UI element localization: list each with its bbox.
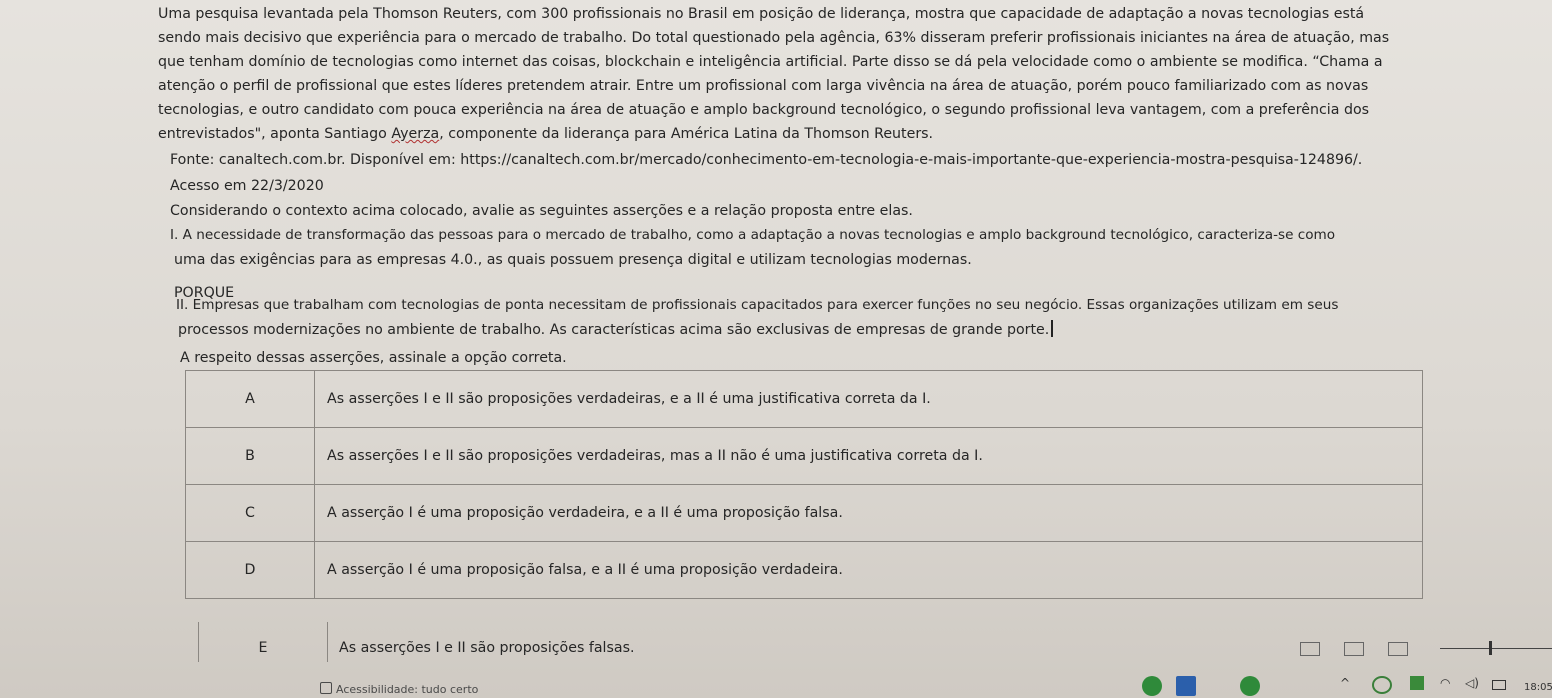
zoom-thumb[interactable] [1489, 641, 1492, 655]
web-layout-icon[interactable] [1388, 642, 1408, 656]
question-prompt: A respeito dessas asserções, assinale a … [180, 350, 567, 366]
paragraph-line: que tenham domínio de tecnologias como i… [158, 54, 1383, 70]
clock-time[interactable]: 18:05 [1524, 682, 1552, 693]
table-row[interactable]: B As asserções I e II são proposições ve… [185, 427, 1423, 485]
read-mode-icon[interactable] [1300, 642, 1320, 656]
app-icon[interactable] [1240, 676, 1260, 696]
option-text: A asserção I é uma proposição falsa, e a… [314, 541, 1423, 599]
paragraph-text: , componente da liderança para América L… [439, 126, 934, 142]
speaker-icon[interactable]: ◁) [1465, 676, 1479, 690]
paragraph-line: Uma pesquisa levantada pela Thomson Reut… [158, 6, 1365, 22]
paragraph-line: tecnologias, e outro candidato com pouca… [158, 102, 1370, 118]
assertion-one: I. A necessidade de transformação das pe… [170, 227, 1336, 243]
accessibility-status[interactable]: Acessibilidade: tudo certo [320, 682, 478, 696]
paragraph-line: atenção o perfil de profissional que est… [158, 78, 1369, 94]
assertion-two-cont: processos modernizações no ambiente de t… [178, 320, 1054, 340]
wifi-icon[interactable]: ◠ [1440, 676, 1450, 690]
option-text: As asserções I e II são proposições fals… [339, 640, 635, 656]
accessibility-icon [320, 682, 332, 694]
option-text: As asserções I e II são proposições verd… [314, 427, 1423, 485]
option-letter: D [185, 541, 315, 599]
paragraph-line: entrevistados", aponta Santiago Ayerza, … [158, 124, 933, 144]
access-date: Acesso em 22/3/2020 [170, 178, 324, 194]
print-layout-icon[interactable] [1344, 642, 1364, 656]
accessibility-label: Acessibilidade: tudo certo [336, 683, 479, 696]
option-letter: B [185, 427, 315, 485]
column-divider [327, 622, 328, 662]
text-cursor [1051, 320, 1054, 337]
option-letter: C [185, 484, 315, 542]
assertion-two-text: processos modernizações no ambiente de t… [178, 322, 1050, 338]
option-letter: E [258, 640, 268, 656]
table-row[interactable]: A As asserções I e II são proposições ve… [185, 370, 1423, 428]
options-table: A As asserções I e II são proposições ve… [185, 370, 1423, 599]
word-icon[interactable] [1176, 676, 1196, 696]
option-text: A asserção I é uma proposição verdadeira… [314, 484, 1423, 542]
refresh-icon[interactable] [1372, 676, 1392, 694]
source-line: Fonte: canaltech.com.br. Disponível em: … [170, 152, 1363, 168]
zoom-slider[interactable] [1440, 648, 1552, 649]
misspelled-word[interactable]: Ayerza [391, 126, 439, 142]
assertion-one-cont: uma das exigências para as empresas 4.0.… [174, 252, 972, 268]
paragraph-line: sendo mais decisivo que experiência para… [158, 30, 1390, 46]
chevron-up-icon[interactable]: ^ [1340, 676, 1350, 690]
question-intro: Considerando o contexto acima colocado, … [170, 203, 913, 219]
assertion-two: II. Empresas que trabalham com tecnologi… [176, 297, 1339, 313]
paragraph-text: entrevistados", aponta Santiago [158, 126, 392, 142]
table-row[interactable]: C A asserção I é uma proposição verdadei… [185, 484, 1423, 542]
option-text: As asserções I e II são proposições verd… [314, 370, 1423, 428]
app-tray-icon[interactable] [1410, 676, 1424, 690]
document-page: Uma pesquisa levantada pela Thomson Reut… [0, 0, 1552, 698]
option-letter: A [185, 370, 315, 428]
option-row-partial[interactable]: E As asserções I e II são proposições fa… [198, 622, 1379, 662]
table-row[interactable]: D A asserção I é uma proposição falsa, e… [185, 541, 1423, 599]
app-icon[interactable] [1142, 676, 1162, 696]
battery-icon[interactable] [1492, 680, 1506, 690]
